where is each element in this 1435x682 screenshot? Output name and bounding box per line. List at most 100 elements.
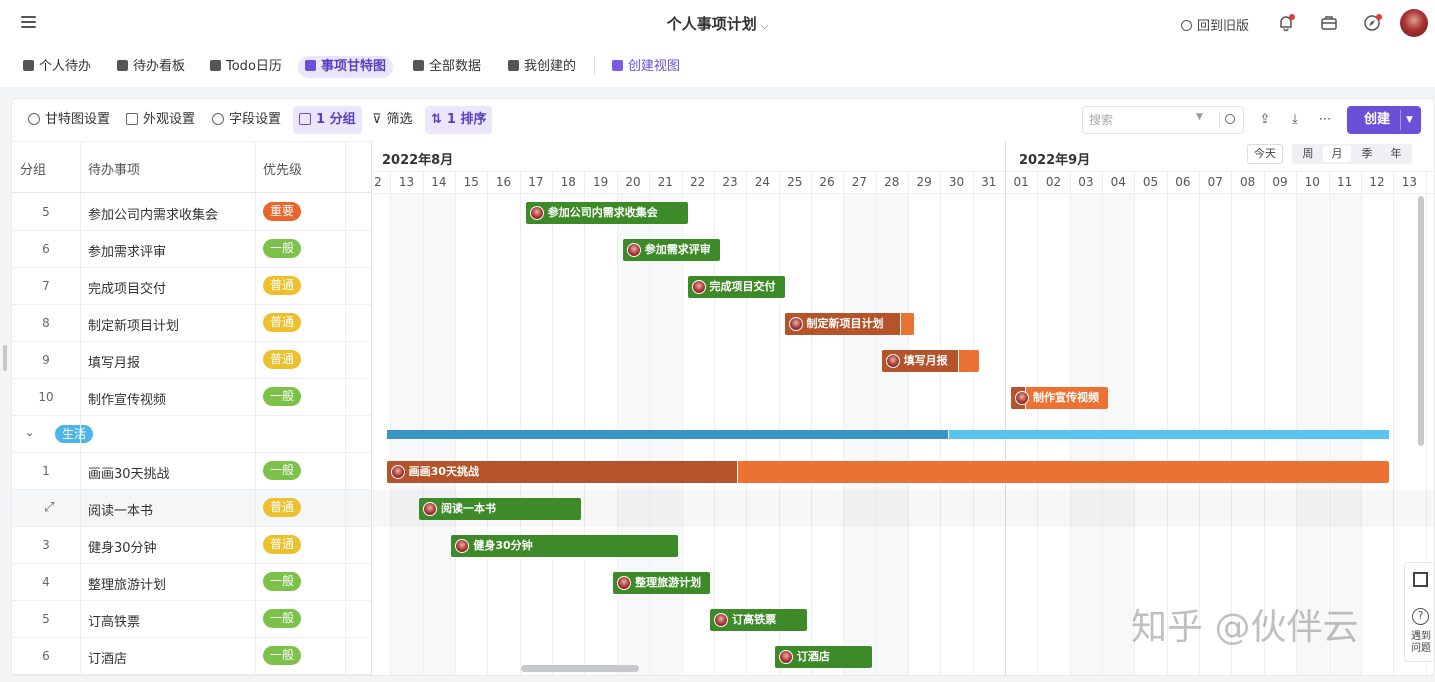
- help-icon[interactable]: ?: [1412, 608, 1429, 625]
- help-label[interactable]: 遇到问题: [1407, 631, 1435, 655]
- gantt-bar[interactable]: 阅读一本书: [418, 498, 581, 520]
- table-row[interactable]: 6 参加需求评审 一般: [12, 231, 371, 268]
- back-to-old-version-link[interactable]: 回到旧版: [1181, 15, 1249, 34]
- task-name[interactable]: 阅读一本书: [88, 500, 153, 519]
- task-name[interactable]: 完成项目交付: [88, 278, 166, 297]
- upload-icon[interactable]: ⇪: [1258, 113, 1272, 127]
- chevron-down-icon[interactable]: ▼: [1406, 106, 1413, 134]
- vertical-scrollbar[interactable]: [1418, 196, 1424, 446]
- task-name[interactable]: 参加公司内需求收集会: [88, 204, 218, 223]
- compass-icon[interactable]: [1363, 14, 1382, 32]
- group-button[interactable]: 1 分组: [293, 106, 362, 134]
- gantt-bar[interactable]: 订高铁票: [710, 609, 808, 631]
- gantt-bar[interactable]: 参加公司内需求收集会: [525, 202, 688, 224]
- search-icon[interactable]: [1225, 114, 1235, 124]
- tab-todo-calendar[interactable]: Todo日历: [203, 56, 289, 78]
- scale-month[interactable]: 月: [1323, 146, 1351, 162]
- task-name[interactable]: 参加需求评审: [88, 241, 166, 260]
- scale-week[interactable]: 周: [1294, 146, 1322, 162]
- gantt-bar[interactable]: 制作宣传视频: [1011, 387, 1109, 409]
- task-name[interactable]: 整理旅游计划: [88, 574, 166, 593]
- priority-badge[interactable]: 重要: [263, 202, 302, 221]
- filter-button[interactable]: ⊽ 筛选: [366, 106, 419, 134]
- gantt-bar[interactable]: 填写月报: [881, 350, 979, 372]
- create-button[interactable]: 创建 ▼: [1347, 106, 1421, 134]
- today-button[interactable]: 今天: [1247, 144, 1283, 164]
- task-name[interactable]: 健身30分钟: [88, 537, 157, 556]
- priority-badge[interactable]: 一般: [263, 239, 302, 258]
- row-number: 1: [42, 464, 50, 478]
- group-row-life[interactable]: ⌄ 生活: [12, 416, 371, 453]
- table-row[interactable]: 5 参加公司内需求收集会 重要: [12, 194, 371, 231]
- search-divider: [1219, 112, 1220, 128]
- gantt-settings-button[interactable]: 甘特图设置: [22, 106, 116, 134]
- expand-icon[interactable]: ⤢: [44, 500, 54, 515]
- gantt-bar[interactable]: 完成项目交付: [687, 276, 785, 298]
- priority-badge[interactable]: 一般: [263, 609, 302, 628]
- inbox-icon[interactable]: [1320, 14, 1338, 32]
- tab-todo-board[interactable]: 待办看板: [110, 56, 192, 78]
- column-header-task[interactable]: 待办事项: [88, 159, 140, 178]
- resize-handle[interactable]: [3, 345, 7, 371]
- priority-badge[interactable]: 普通: [263, 350, 302, 369]
- side-float-panel: ? 遇到问题: [1404, 562, 1435, 662]
- task-name[interactable]: 画画30天挑战: [88, 463, 170, 482]
- chevron-down-icon[interactable]: ▼: [1196, 112, 1203, 122]
- scale-quarter[interactable]: 季: [1353, 146, 1381, 162]
- sort-button[interactable]: ⇅ 1 排序: [425, 106, 493, 134]
- table-row[interactable]: 10 制作宣传视频 一般: [12, 379, 371, 416]
- table-row[interactable]: 3 健身30分钟 普通: [12, 527, 371, 564]
- search-input[interactable]: [1089, 111, 1199, 129]
- column-header-priority[interactable]: 优先级: [263, 159, 302, 178]
- task-name[interactable]: 订高铁票: [88, 611, 140, 630]
- gantt-bar[interactable]: 健身30分钟: [451, 535, 678, 557]
- day-label: 05: [1142, 175, 1159, 189]
- column-header-group[interactable]: 分组: [20, 159, 46, 178]
- create-view-button[interactable]: 创建视图: [605, 56, 687, 78]
- priority-badge[interactable]: 普通: [263, 313, 302, 332]
- gantt-bar[interactable]: 整理旅游计划: [613, 572, 711, 594]
- table-row[interactable]: 4 整理旅游计划 一般: [12, 564, 371, 601]
- table-row[interactable]: 8 制定新项目计划 普通: [12, 305, 371, 342]
- group-summary-bar-done[interactable]: [386, 430, 949, 439]
- priority-badge[interactable]: 普通: [263, 535, 302, 554]
- horizontal-scrollbar[interactable]: [521, 665, 639, 672]
- qr-code-icon[interactable]: [1413, 572, 1428, 587]
- tab-personal-todo[interactable]: 个人待办: [16, 56, 98, 78]
- gantt-bar[interactable]: 订酒店: [774, 646, 872, 668]
- tab-gantt[interactable]: 事项甘特图: [298, 56, 394, 78]
- priority-badge[interactable]: 一般: [263, 646, 302, 665]
- task-name[interactable]: 制定新项目计划: [88, 315, 179, 334]
- table-row[interactable]: 5 订高铁票 一般: [12, 601, 371, 638]
- assignee-avatar: [626, 243, 641, 257]
- gantt-bar[interactable]: 画画30天挑战: [386, 461, 1390, 483]
- more-icon[interactable]: ⋯: [1318, 113, 1332, 127]
- gantt-bar[interactable]: 制定新项目计划: [784, 313, 914, 335]
- group-summary-bar-remaining[interactable]: [949, 430, 1390, 439]
- tab-all-data[interactable]: 全部数据: [406, 56, 488, 78]
- table-row[interactable]: 1 画画30天挑战 一般: [12, 453, 371, 490]
- priority-badge[interactable]: 一般: [263, 461, 302, 480]
- day-gridline: [584, 171, 586, 675]
- bell-icon[interactable]: [1277, 14, 1295, 32]
- table-row[interactable]: 6 订酒店 一般: [12, 638, 371, 675]
- task-name[interactable]: 填写月报: [88, 352, 140, 371]
- download-icon[interactable]: ⤓: [1288, 113, 1302, 127]
- priority-badge[interactable]: 一般: [263, 387, 302, 406]
- table-row[interactable]: 9 填写月报 普通: [12, 342, 371, 379]
- row-number: 4: [42, 575, 50, 589]
- tab-created-by-me[interactable]: 我创建的: [501, 56, 583, 78]
- task-name[interactable]: 订酒店: [88, 648, 127, 667]
- gantt-bar[interactable]: 参加需求评审: [622, 239, 720, 261]
- priority-badge[interactable]: 普通: [263, 498, 302, 517]
- priority-badge[interactable]: 普通: [263, 276, 302, 295]
- scale-year[interactable]: 年: [1382, 146, 1410, 162]
- chevron-down-icon[interactable]: ⌄: [25, 426, 34, 439]
- appearance-settings-button[interactable]: 外观设置: [120, 106, 201, 134]
- table-row[interactable]: ⤢ 阅读一本书 普通: [12, 490, 371, 527]
- task-name[interactable]: 制作宣传视频: [88, 389, 166, 408]
- user-avatar[interactable]: [1400, 9, 1428, 37]
- priority-badge[interactable]: 一般: [263, 572, 302, 591]
- field-settings-button[interactable]: 字段设置: [206, 106, 287, 134]
- table-row[interactable]: 7 完成项目交付 普通: [12, 268, 371, 305]
